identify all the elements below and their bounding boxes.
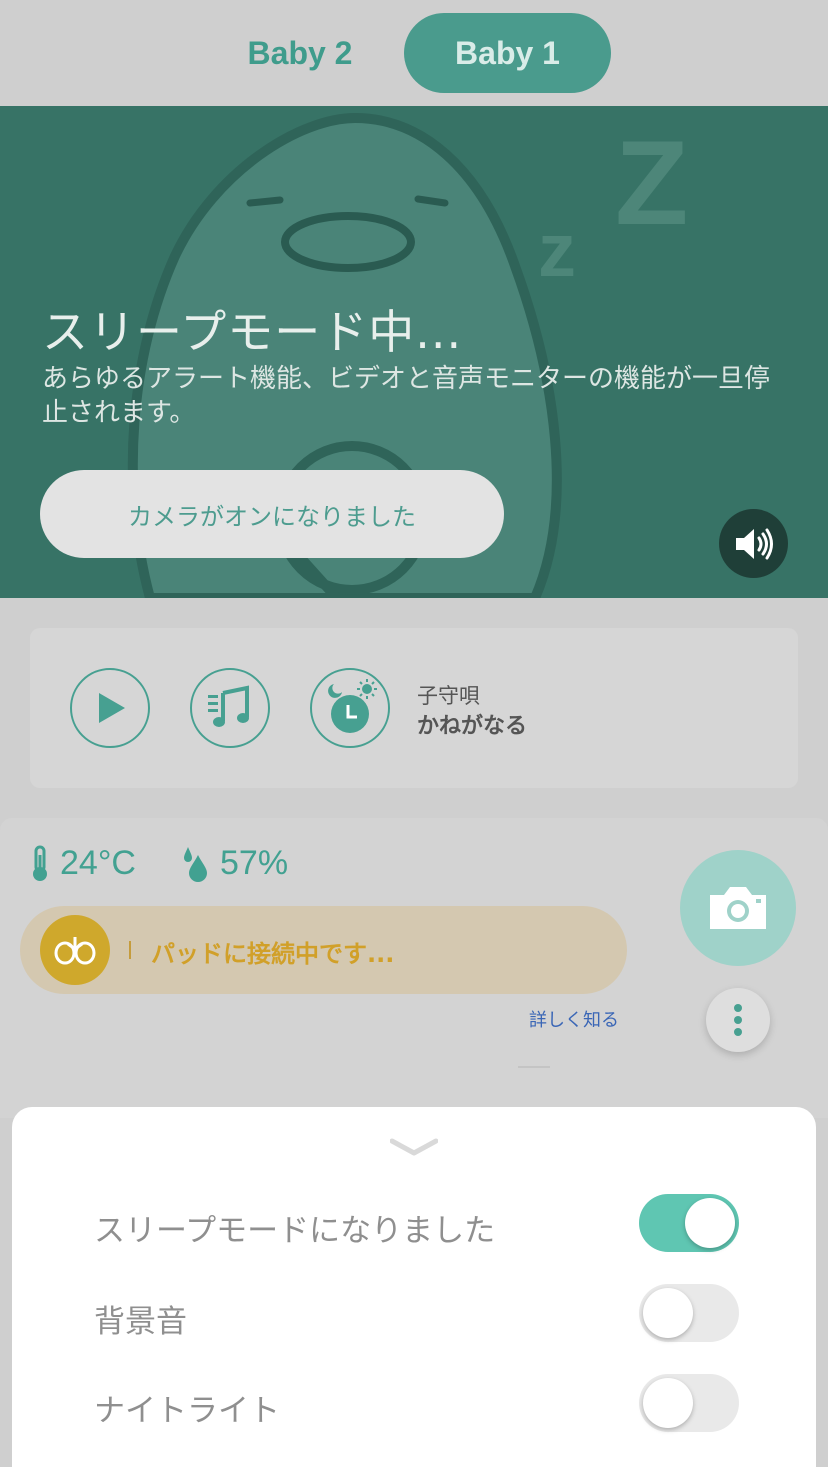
lullaby-controls-card: 子守唄 かねがなる: [30, 628, 798, 788]
svg-text:z: z: [538, 208, 576, 293]
baby-tab-bar: Baby 2 Baby 1: [0, 0, 828, 106]
speaker-icon: [735, 528, 773, 559]
settings-bottom-sheet: スリープモードになりました 背景音 ナイトライト: [12, 1107, 816, 1467]
night-light-label: ナイトライト: [94, 1393, 280, 1429]
sleep-mode-toggle[interactable]: [639, 1194, 739, 1252]
lullaby-label: 子守唄: [417, 684, 480, 708]
day-night-clock-icon: [328, 679, 377, 733]
background-sound-label: 背景音: [94, 1304, 187, 1340]
background-sound-toggle[interactable]: [639, 1284, 739, 1342]
play-icon: [99, 693, 125, 723]
pad-status-text: パッドに接続中です...: [151, 940, 395, 968]
music-note-icon: [208, 685, 249, 727]
lullaby-title: かねがなる: [417, 714, 528, 739]
humidity-drop-icon: [184, 846, 207, 882]
pad-connection-banner[interactable]: パッドに接続中です...: [20, 906, 627, 994]
camera-on-button[interactable]: カメラがオンになりました: [40, 470, 504, 558]
learn-more-link[interactable]: 詳しく知る: [529, 1006, 619, 1032]
play-button[interactable]: [70, 668, 150, 748]
thermometer-icon: [33, 845, 47, 881]
camera-icon: [710, 887, 766, 929]
more-vertical-icon: [734, 1004, 742, 1036]
night-light-toggle[interactable]: [639, 1374, 739, 1432]
more-options-button[interactable]: [706, 988, 770, 1052]
status-panel: 24°C 57% パッドに接続中です... 詳しく知る: [0, 818, 828, 1118]
humidity-readout: 57%: [180, 844, 288, 883]
tab-baby-1[interactable]: Baby 1: [404, 13, 611, 93]
sleep-mode-title: スリープモード中...: [42, 305, 463, 359]
music-button[interactable]: [190, 668, 270, 748]
divider: [518, 1066, 550, 1068]
toggle-knob: [685, 1198, 735, 1248]
sleep-mode-label: スリープモードになりました: [94, 1213, 496, 1249]
speaker-button[interactable]: [719, 509, 788, 578]
sleep-mode-description: あらゆるアラート機能、ビデオと音声モニターの機能が一旦停止されます。: [42, 364, 771, 428]
tab-baby-2[interactable]: Baby 2: [200, 13, 400, 93]
humidity-value: 57%: [220, 844, 289, 882]
snapshot-button[interactable]: [680, 850, 796, 966]
svg-text:Z: Z: [615, 116, 688, 250]
toggle-knob: [643, 1288, 693, 1338]
toggle-knob: [643, 1378, 693, 1428]
chevron-down-icon[interactable]: [390, 1137, 438, 1157]
temperature-readout: 24°C: [30, 844, 136, 883]
pad-divider: [129, 941, 131, 959]
breathing-pad-icon: [40, 915, 110, 985]
timer-button[interactable]: [310, 668, 390, 748]
sleep-mode-banner: Z z スリープモード中... あらゆるアラート機能、ビデオと音声モニターの機能…: [0, 106, 828, 598]
temperature-value: 24°C: [60, 844, 136, 882]
